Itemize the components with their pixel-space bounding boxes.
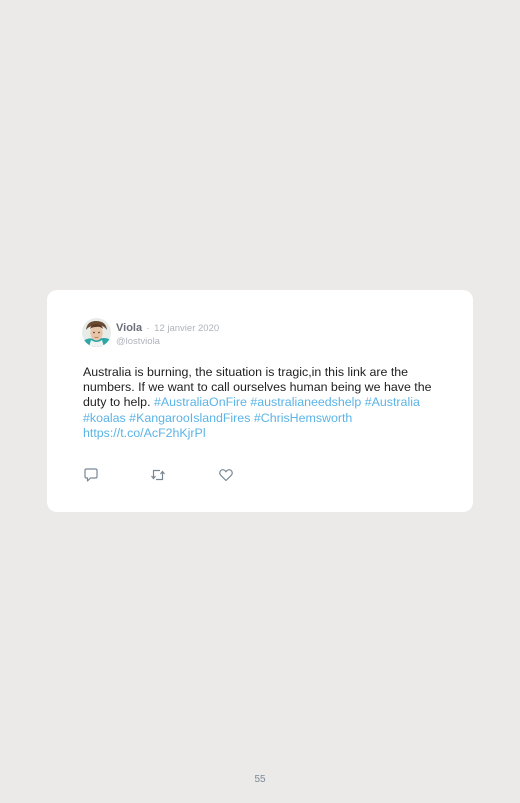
- user-handle[interactable]: @lostviola: [116, 335, 219, 348]
- hashtag-link[interactable]: #KangarooIslandFires: [129, 411, 250, 425]
- hashtag-link[interactable]: #koalas: [83, 411, 126, 425]
- page-number: 55: [254, 774, 266, 785]
- tweet-text: Australia is burning, the situation is t…: [83, 365, 443, 441]
- avatar[interactable]: [82, 318, 111, 347]
- heart-icon: [219, 469, 233, 482]
- user-info: Viola · 12 janvier 2020 @lostviola: [116, 320, 219, 348]
- hashtag-link[interactable]: #AustraliaOnFire: [154, 395, 247, 409]
- user-name[interactable]: Viola: [116, 322, 142, 334]
- tweet-card: Viola · 12 janvier 2020 @lostviola Austr…: [47, 290, 473, 512]
- avatar-image: [82, 318, 111, 347]
- user-line: Viola · 12 janvier 2020: [116, 320, 219, 335]
- separator-dot: ·: [146, 323, 150, 334]
- reply-icon: [84, 468, 98, 482]
- hashtag-link[interactable]: #Australia: [365, 395, 420, 409]
- retweet-icon: [151, 469, 165, 481]
- like-button[interactable]: [218, 467, 234, 483]
- hashtag-link[interactable]: #australianeedshelp: [250, 395, 361, 409]
- tweet-date[interactable]: 12 janvier 2020: [154, 323, 219, 334]
- hashtag-link[interactable]: #ChrisHemsworth: [254, 411, 352, 425]
- url-link[interactable]: https://t.co/AcF2hKjrPl: [83, 426, 206, 440]
- reply-button[interactable]: [83, 467, 99, 483]
- retweet-button[interactable]: [150, 467, 166, 483]
